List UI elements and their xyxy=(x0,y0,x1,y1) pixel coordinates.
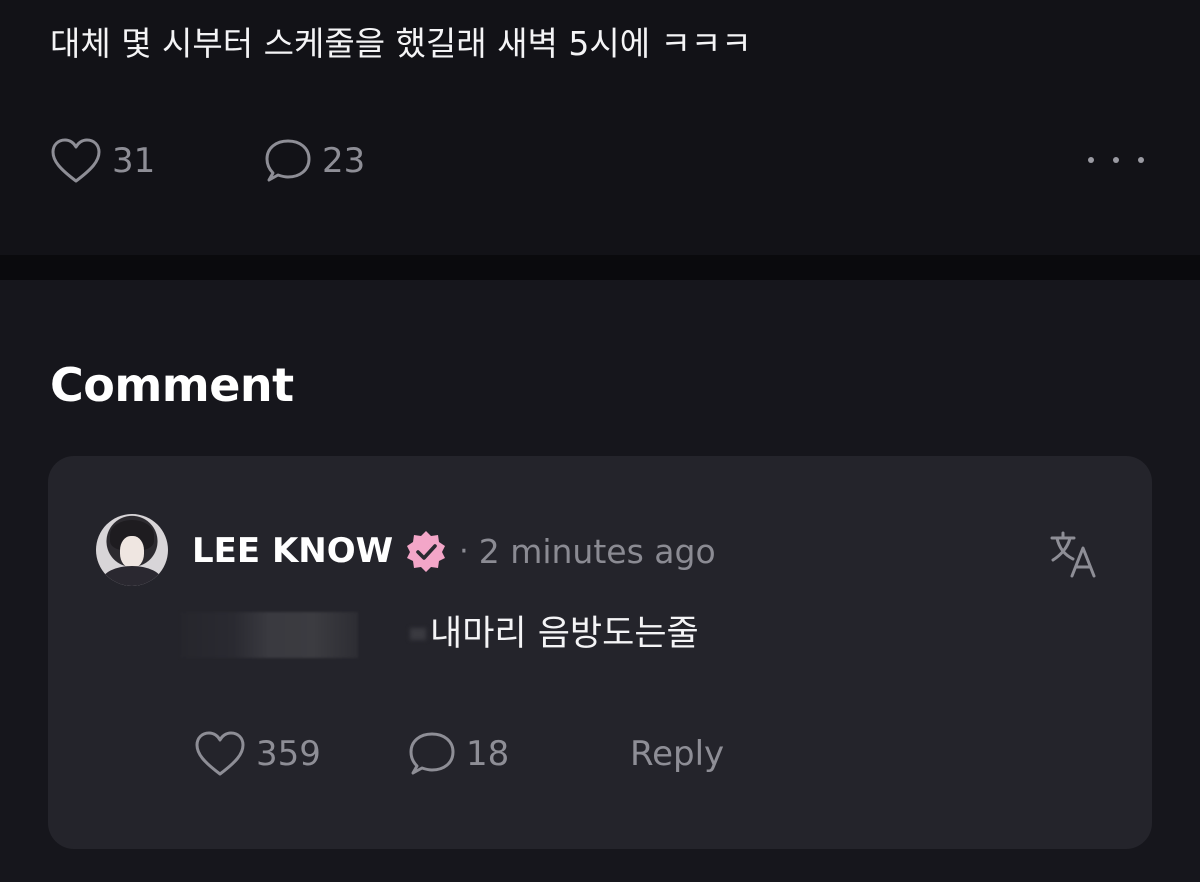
more-options-button[interactable] xyxy=(1088,140,1144,180)
post: 대체 몇 시부터 스케줄을 했길래 새벽 5시에 ㅋㅋㅋ 31 23 xyxy=(0,0,1200,255)
speech-bubble-icon xyxy=(264,137,312,185)
translate-button[interactable] xyxy=(1048,528,1100,580)
comment-text: 내마리 음방도는줄 xyxy=(430,614,699,654)
avatar[interactable] xyxy=(96,514,168,586)
post-like-count: 31 xyxy=(112,141,156,181)
comment-like-count: 359 xyxy=(256,734,321,774)
comment-section-title: Comment xyxy=(50,358,294,412)
translate-icon xyxy=(1048,531,1100,584)
comment-section: Comment LEE KNOW · 2 minutes ago 내마리 음방도… xyxy=(0,280,1200,882)
verified-badge-icon xyxy=(403,528,449,574)
comment-replies-button[interactable]: 18 xyxy=(408,730,630,778)
comment-header: LEE KNOW · 2 minutes ago xyxy=(192,526,716,576)
heart-icon xyxy=(50,137,102,185)
comment-timestamp: 2 minutes ago xyxy=(478,531,716,571)
comment-like-button[interactable]: 359 xyxy=(194,730,408,778)
post-text: 대체 몇 시부터 스케줄을 했길래 새벽 5시에 ㅋㅋㅋ xyxy=(50,24,752,63)
blurred-mention xyxy=(180,612,358,658)
author-name[interactable]: LEE KNOW xyxy=(192,531,393,571)
heart-icon xyxy=(194,730,246,778)
reply-button[interactable]: Reply xyxy=(630,734,724,774)
comment-card: LEE KNOW · 2 minutes ago 내마리 음방도는줄 359 1… xyxy=(48,456,1152,849)
post-like-button[interactable]: 31 xyxy=(50,137,264,185)
more-horizontal-icon xyxy=(1088,157,1094,163)
comment-reply-count: 18 xyxy=(466,734,510,774)
comment-actions: 359 18 Reply xyxy=(194,729,724,779)
post-comment-count: 23 xyxy=(322,141,366,181)
section-divider xyxy=(0,255,1200,280)
meta-separator: · xyxy=(459,533,469,569)
post-actions: 31 23 xyxy=(50,136,365,186)
post-comment-button[interactable]: 23 xyxy=(264,137,365,185)
blurred-mention-tail xyxy=(410,628,426,640)
speech-bubble-icon xyxy=(408,730,456,778)
